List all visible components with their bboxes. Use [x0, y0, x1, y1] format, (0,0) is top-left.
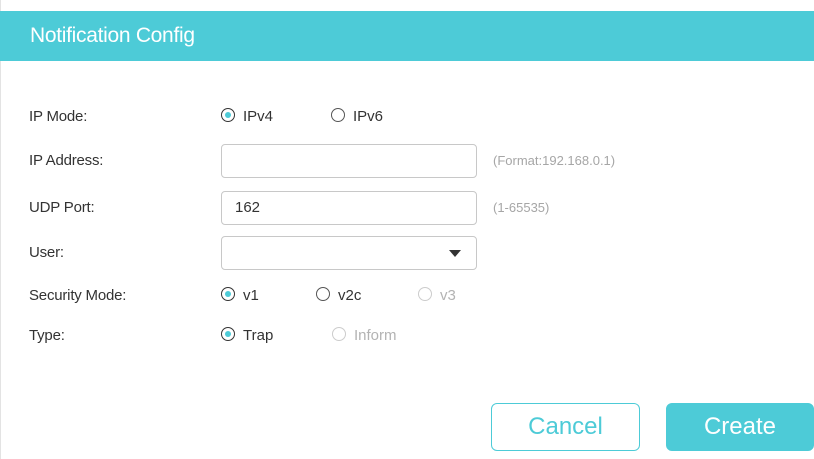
create-button[interactable]: Create	[666, 403, 814, 451]
udp-port-row: UDP Port: 162 (1-65535)	[0, 190, 814, 226]
security-mode-row: Security Mode: v1 v2c v3	[0, 278, 814, 314]
ip-address-row: IP Address: (Format:192.168.0.1)	[0, 143, 814, 179]
ip-mode-ipv6-label: IPv6	[353, 108, 384, 125]
notification-config-dialog: Notification Config IP Mode: IPv4 IPv6 I…	[0, 0, 814, 459]
security-mode-v2c-label: v2c	[338, 287, 362, 304]
security-mode-v1-label: v1	[243, 287, 259, 304]
cancel-button[interactable]: Cancel	[491, 403, 640, 451]
security-mode-v3-label: v3	[440, 287, 456, 304]
caret-down-icon	[449, 250, 461, 257]
user-select[interactable]	[221, 236, 477, 270]
user-label: User:	[29, 244, 64, 261]
dialog-title: Notification Config	[30, 24, 195, 47]
radio-disabled-icon	[332, 327, 346, 341]
ip-address-hint: (Format:192.168.0.1)	[493, 153, 616, 168]
type-inform-label: Inform	[354, 327, 397, 344]
ip-address-label: IP Address:	[29, 152, 104, 169]
radio-checked-icon	[221, 327, 235, 341]
user-row: User:	[0, 235, 814, 271]
radio-checked-icon	[221, 108, 235, 122]
udp-port-hint: (1-65535)	[493, 200, 550, 215]
ip-mode-row: IP Mode: IPv4 IPv6	[0, 99, 814, 135]
ip-address-input[interactable]	[221, 144, 477, 178]
type-row: Type: Trap Inform	[0, 318, 814, 354]
udp-port-label: UDP Port:	[29, 199, 95, 216]
udp-port-value: 162	[235, 199, 261, 216]
udp-port-input[interactable]: 162	[221, 191, 477, 225]
radio-unchecked-icon	[331, 108, 345, 122]
type-label: Type:	[29, 327, 65, 344]
ip-mode-label: IP Mode:	[29, 108, 88, 125]
dialog-header: Notification Config	[0, 11, 814, 61]
type-trap-label: Trap	[243, 327, 274, 344]
radio-checked-icon	[221, 287, 235, 301]
radio-disabled-icon	[418, 287, 432, 301]
radio-unchecked-icon	[316, 287, 330, 301]
ip-mode-ipv4-label: IPv4	[243, 108, 274, 125]
security-mode-label: Security Mode:	[29, 287, 127, 304]
